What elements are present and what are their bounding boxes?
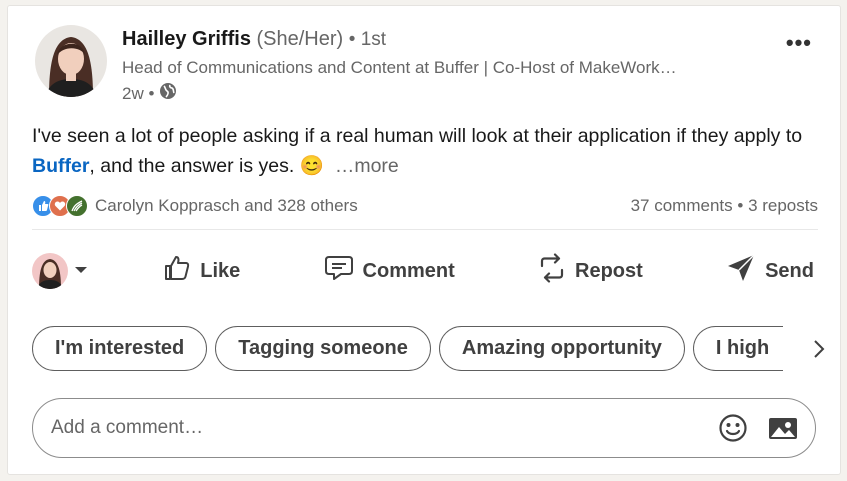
reposts-count[interactable]: 3 reposts	[748, 196, 818, 215]
reactions-summary[interactable]: Carolyn Kopprasch and 328 others	[32, 195, 358, 217]
engagement-counts: 37 comments • 3 reposts	[631, 196, 818, 216]
company-link[interactable]: Buffer	[32, 155, 89, 177]
like-label: Like	[200, 259, 241, 282]
emoji-icon[interactable]	[715, 410, 751, 446]
post-text-body-end: , and the answer is yes.	[89, 155, 300, 177]
comment-input[interactable]	[49, 416, 701, 440]
divider	[32, 229, 818, 230]
author-line: Hailley Griffis (She/Her) • 1st	[122, 28, 386, 51]
more-options-icon[interactable]: •••	[786, 30, 812, 56]
chevron-down-icon	[74, 262, 88, 280]
globe-icon	[159, 82, 177, 105]
suggested-comments: I'm interested Tagging someone Amazing o…	[32, 326, 830, 374]
chevron-right-icon[interactable]	[808, 326, 830, 371]
suggestion-pill[interactable]: Amazing opportunity	[438, 326, 685, 371]
author-pronouns: (She/Her)	[256, 28, 344, 50]
smile-emoji: 😊	[299, 155, 324, 177]
comment-button[interactable]: Comment	[316, 248, 463, 294]
send-label: Send	[765, 259, 814, 282]
see-more-link[interactable]: …more	[335, 155, 399, 177]
like-button[interactable]: Like	[155, 248, 248, 294]
comment-icon	[324, 254, 354, 288]
suggestion-pill[interactable]: I high	[692, 326, 783, 371]
author-name[interactable]: Hailley Griffis	[122, 28, 251, 50]
feed-post-card: Hailley Griffis (She/Her) • 1st Head of …	[8, 6, 840, 474]
post-text: I've seen a lot of people asking if a re…	[32, 121, 812, 181]
send-icon	[726, 253, 756, 289]
author-headline: Head of Communications and Content at Bu…	[122, 58, 677, 77]
comment-label: Comment	[362, 259, 455, 282]
count-separator: •	[737, 196, 744, 215]
comments-count[interactable]: 37 comments	[631, 196, 733, 215]
actor-switcher[interactable]	[32, 253, 88, 289]
post-text-body: I've seen a lot of people asking if a re…	[32, 125, 803, 147]
comment-box	[32, 398, 816, 458]
post-time: 2w •	[122, 83, 155, 103]
action-bar: Like Comment Repost Send	[32, 246, 822, 296]
author-avatar[interactable]	[35, 25, 107, 97]
thumbs-up-icon	[163, 254, 191, 288]
repost-button[interactable]: Repost	[530, 247, 651, 295]
social-counts: Carolyn Kopprasch and 328 others 37 comm…	[32, 194, 818, 218]
repost-icon	[538, 253, 566, 289]
repost-label: Repost	[575, 259, 643, 282]
suggestion-pill[interactable]: I'm interested	[32, 326, 208, 371]
post-meta: 2w •	[122, 82, 177, 105]
send-button[interactable]: Send	[718, 247, 822, 295]
support-reaction-icon	[66, 195, 88, 217]
reactors-text[interactable]: Carolyn Kopprasch and 328 others	[95, 196, 358, 216]
connection-degree: • 1st	[348, 29, 387, 50]
image-icon[interactable]	[765, 410, 801, 446]
actor-avatar	[32, 253, 68, 289]
suggestion-pill[interactable]: Tagging someone	[215, 326, 431, 371]
